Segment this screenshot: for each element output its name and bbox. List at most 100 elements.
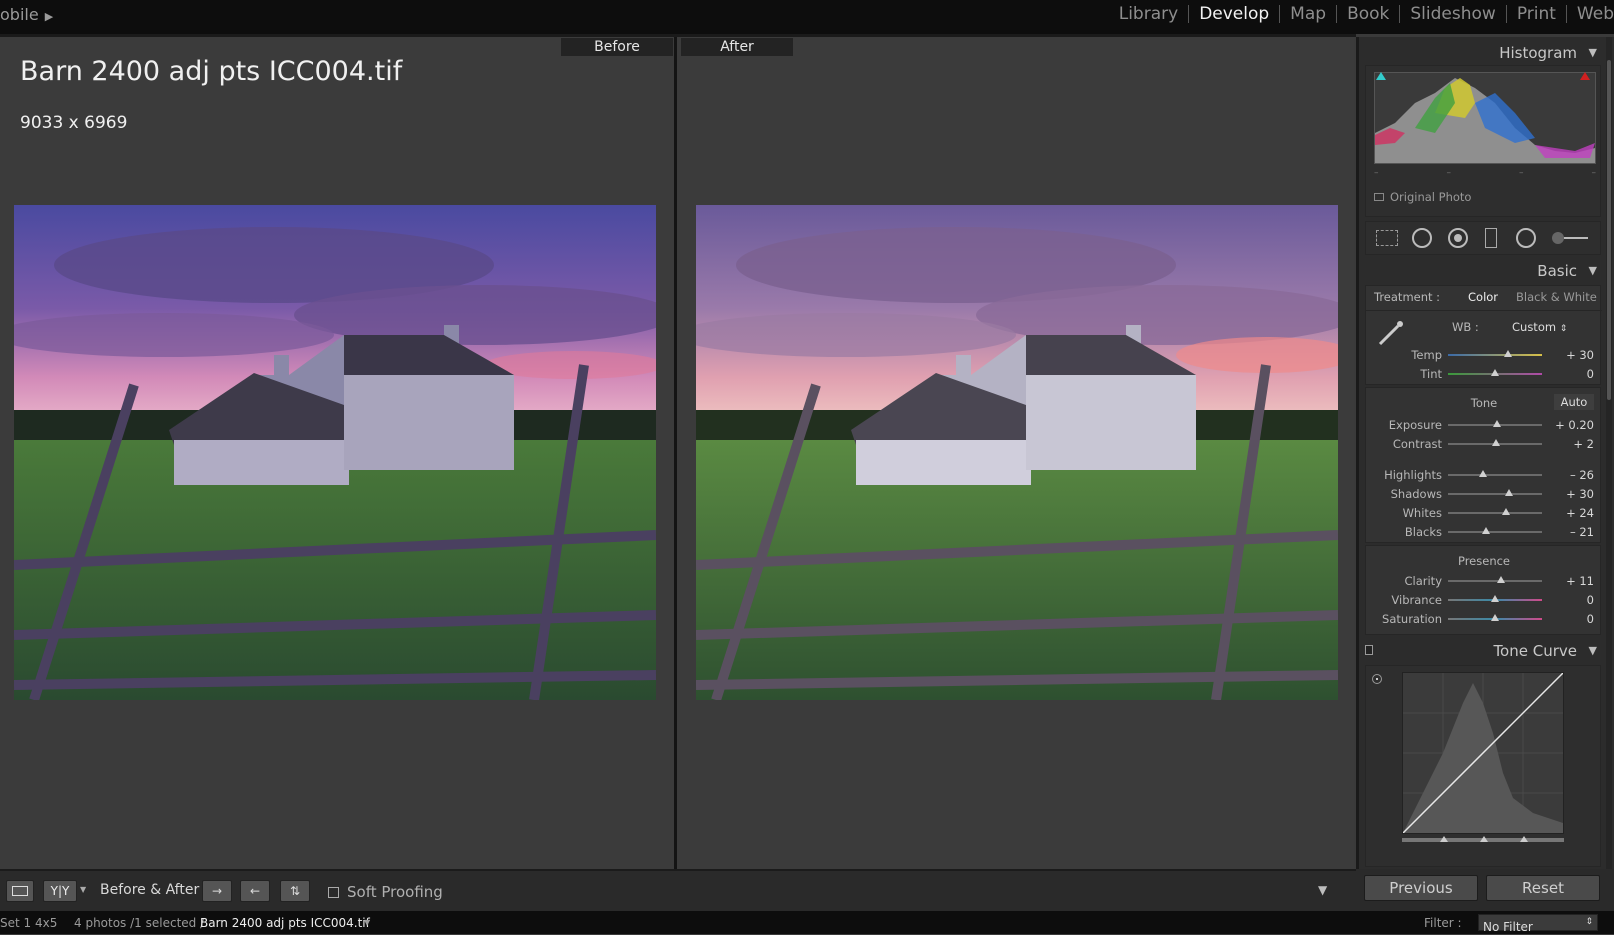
slider-vibrance[interactable]: Vibrance 0 [1366, 591, 1602, 609]
slider-track[interactable] [1448, 493, 1542, 495]
panel-scrollbar-thumb[interactable] [1607, 60, 1611, 400]
previous-button[interactable]: Previous [1364, 875, 1478, 901]
reset-button[interactable]: Reset [1486, 875, 1600, 901]
shadow-clipping-icon[interactable] [1376, 72, 1386, 80]
slider-value[interactable]: + 11 [1566, 574, 1594, 588]
region-split-handle[interactable] [1480, 836, 1488, 842]
region-split-handle[interactable] [1520, 836, 1528, 842]
target-adjust-icon[interactable] [1372, 674, 1382, 684]
slider-value[interactable]: 0 [1587, 367, 1594, 381]
slider-blacks[interactable]: Blacks – 21 [1366, 523, 1602, 541]
slider-saturation[interactable]: Saturation 0 [1366, 610, 1602, 628]
checkbox-icon[interactable] [1374, 193, 1384, 201]
filename-dropdown-icon[interactable]: ▼ [364, 918, 370, 927]
slider-value[interactable]: 0 [1587, 612, 1594, 626]
slider-value[interactable]: + 0.20 [1555, 418, 1594, 432]
copy-before-to-after-button[interactable]: → [202, 880, 232, 902]
before-after-label: Before & After : [100, 882, 209, 898]
graduated-filter-icon[interactable] [1485, 228, 1497, 248]
slider-track[interactable] [1448, 512, 1542, 514]
slider-value[interactable]: + 24 [1566, 506, 1594, 520]
adjustment-brush-icon[interactable] [1552, 230, 1590, 246]
slider-track[interactable] [1448, 580, 1542, 582]
slider-value[interactable]: + 30 [1566, 487, 1594, 501]
slider-value[interactable]: 0 [1587, 593, 1594, 607]
histogram-header[interactable]: Histogram ▼ [1359, 39, 1603, 67]
slider-clarity[interactable]: Clarity + 11 [1366, 572, 1602, 590]
swap-before-after-button[interactable]: ⇅ [280, 880, 310, 902]
slider-value[interactable]: – 26 [1570, 468, 1594, 482]
slider-tint[interactable]: Tint 0 [1366, 365, 1602, 383]
module-develop[interactable]: Develop [1189, 5, 1281, 23]
eyedropper-icon[interactable] [1376, 318, 1406, 348]
module-book[interactable]: Book [1337, 5, 1401, 23]
slider-track[interactable] [1448, 354, 1542, 356]
toolbar-options-dropdown-icon[interactable]: ▼ [1318, 883, 1327, 897]
slider-handle[interactable] [1478, 470, 1487, 477]
slider-exposure[interactable]: Exposure + 0.20 [1366, 416, 1602, 434]
slider-handle[interactable] [1504, 350, 1513, 357]
crop-tool-icon[interactable] [1376, 230, 1398, 246]
slider-handle[interactable] [1481, 527, 1490, 534]
collapse-triangle-icon[interactable]: ▼ [1589, 637, 1597, 665]
before-after-view-button[interactable]: Y|Y [43, 880, 77, 902]
slider-shadows[interactable]: Shadows + 30 [1366, 485, 1602, 503]
view-dropdown-icon[interactable]: ▼ [80, 885, 86, 894]
module-web[interactable]: Web [1567, 5, 1614, 23]
red-eye-icon[interactable] [1448, 228, 1468, 248]
tone-section: Tone Auto Exposure + 0.20 Contrast + 2 High… [1365, 387, 1601, 543]
slider-track[interactable] [1448, 474, 1542, 476]
auto-tone-button[interactable]: Auto [1554, 394, 1594, 410]
wb-label: WB : [1452, 320, 1479, 334]
loupe-view-icon [12, 886, 28, 896]
slider-temp[interactable]: Temp + 30 [1366, 346, 1602, 364]
slider-track[interactable] [1448, 531, 1542, 533]
histogram-graph[interactable] [1374, 72, 1596, 164]
after-label: After [681, 38, 793, 56]
panel-switch-icon[interactable] [1365, 645, 1373, 655]
tone-curve-graph[interactable] [1402, 672, 1564, 834]
wb-select[interactable]: Custom ⇕ [1512, 320, 1567, 334]
slider-handle[interactable] [1491, 614, 1499, 621]
slider-handle[interactable] [1505, 489, 1514, 496]
slider-value[interactable]: + 2 [1573, 437, 1594, 451]
slider-handle[interactable] [1492, 420, 1501, 427]
before-photo[interactable] [14, 205, 656, 700]
collapse-triangle-icon[interactable]: ▼ [1589, 39, 1597, 67]
loupe-view-button[interactable] [6, 880, 34, 902]
soft-proofing-toggle[interactable]: Soft Proofing [328, 883, 443, 901]
divider [1366, 310, 1602, 311]
treatment-wb-section: Treatment : Color Black & White WB : Cus… [1365, 285, 1602, 385]
module-print[interactable]: Print [1507, 5, 1567, 23]
region-split-handle[interactable] [1440, 836, 1448, 842]
slider-highlights[interactable]: Highlights – 26 [1366, 466, 1602, 484]
slider-value[interactable]: + 30 [1566, 348, 1594, 362]
filter-select[interactable]: No Filter ⇕ [1478, 914, 1598, 934]
after-photo[interactable] [696, 205, 1338, 700]
collapse-triangle-icon[interactable]: ▼ [1589, 257, 1597, 285]
slider-handle[interactable] [1491, 439, 1500, 446]
spot-removal-icon[interactable] [1412, 228, 1432, 248]
slider-handle[interactable] [1491, 595, 1499, 602]
slider-handle[interactable] [1496, 576, 1505, 583]
treatment-bw-button[interactable]: Black & White [1516, 290, 1597, 304]
module-library[interactable]: Library [1109, 5, 1190, 23]
filmstrip-filename[interactable]: Barn 2400 adj pts ICC004.tif [200, 916, 370, 930]
basic-header[interactable]: Basic ▼ [1359, 257, 1603, 285]
slider-contrast[interactable]: Contrast + 2 [1366, 435, 1602, 453]
copy-after-to-before-button[interactable]: ← [240, 880, 270, 902]
highlight-clipping-icon[interactable] [1580, 72, 1590, 80]
slider-value[interactable]: – 21 [1570, 525, 1594, 539]
radial-filter-icon[interactable] [1516, 228, 1536, 248]
checkbox-icon[interactable] [328, 887, 339, 898]
original-photo-toggle[interactable]: Original Photo [1374, 190, 1471, 204]
module-map[interactable]: Map [1280, 5, 1338, 23]
slider-handle[interactable] [1491, 369, 1499, 376]
slider-whites[interactable]: Whites + 24 [1366, 504, 1602, 522]
treatment-color-button[interactable]: Color [1468, 290, 1498, 304]
slider-handle[interactable] [1502, 508, 1511, 515]
collection-set[interactable]: Set 1 4x5 [0, 916, 57, 930]
identity-plate[interactable]: obile ▶ [0, 5, 53, 24]
tone-curve-header[interactable]: Tone Curve ▼ [1359, 637, 1603, 665]
module-slideshow[interactable]: Slideshow [1400, 5, 1507, 23]
